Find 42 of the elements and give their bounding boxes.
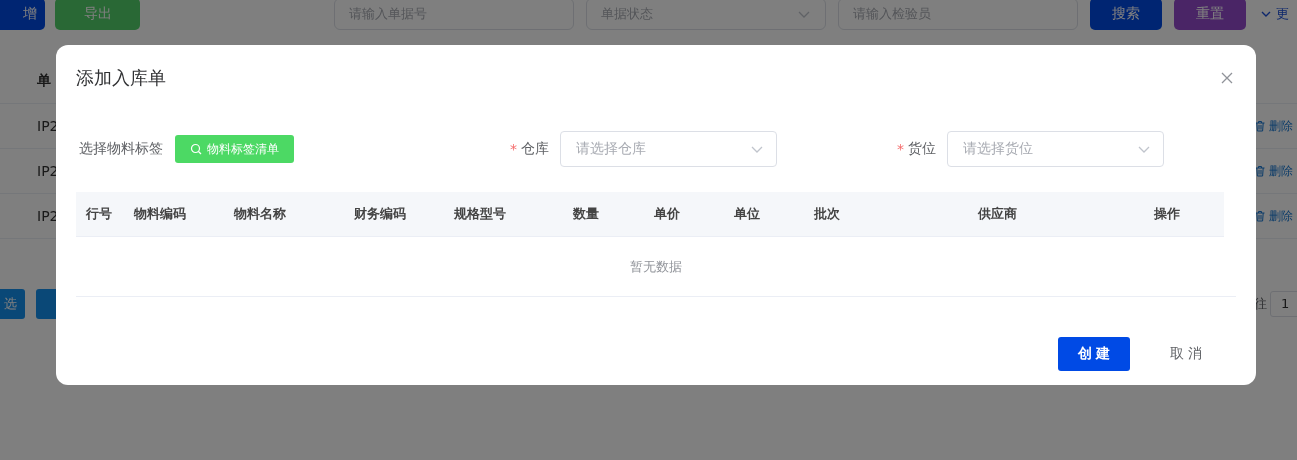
column-header: 数量 [573, 206, 599, 221]
column-header: 物料名称 [234, 206, 286, 221]
toolbar-button[interactable]: 重置 [1174, 0, 1246, 30]
column-header: 物料编码 [134, 206, 186, 221]
toolbar-button[interactable]: 导出 [55, 0, 140, 30]
table-header-cell: 单 [37, 71, 51, 90]
column-header: 单价 [654, 206, 680, 221]
column-header: 操作 [1154, 206, 1180, 221]
search-icon [190, 143, 202, 155]
field-label: 货位 [908, 140, 936, 158]
trash-icon [1254, 120, 1266, 132]
cancel-button[interactable]: 取消 [1156, 337, 1216, 371]
select-field[interactable]: 请选择仓库 [560, 131, 777, 167]
material-list-button[interactable]: 物料标签清单 [175, 135, 294, 163]
column-header: 财务编码 [354, 206, 406, 221]
delete-link[interactable]: 删除 [1269, 117, 1297, 135]
close-icon[interactable] [1221, 72, 1233, 84]
table-cell: IP2 [37, 118, 59, 134]
delete-link[interactable]: 删除 [1269, 162, 1297, 180]
page-input[interactable]: 1 [1270, 291, 1297, 317]
column-header: 批次 [814, 206, 840, 221]
more-link[interactable]: 更 [1276, 5, 1297, 23]
field-label: 仓库 [521, 140, 549, 158]
toolbar-button[interactable]: 搜索 [1090, 0, 1162, 30]
dialog-title: 添加入库单 [76, 66, 166, 90]
column-header: 单位 [734, 206, 760, 221]
trash-icon [1254, 165, 1266, 177]
column-header: 规格型号 [454, 206, 506, 221]
required-mark: * [897, 141, 904, 157]
delete-link[interactable]: 删除 [1269, 207, 1297, 225]
select-button[interactable]: 选 [0, 289, 25, 319]
table-cell: IP2 [37, 208, 59, 224]
trash-icon [1254, 210, 1266, 222]
required-mark: * [510, 141, 517, 157]
table-cell: IP2 [37, 163, 59, 179]
create-button[interactable]: 创建 [1058, 337, 1130, 371]
column-header: 行号 [86, 206, 112, 221]
select-field[interactable]: 请选择货位 [947, 131, 1164, 167]
empty-text: 暂无数据 [630, 257, 682, 276]
toolbar-button[interactable]: 增 [0, 0, 45, 30]
column-header: 供应商 [977, 206, 1017, 221]
material-label: 选择物料标签 [79, 140, 163, 158]
